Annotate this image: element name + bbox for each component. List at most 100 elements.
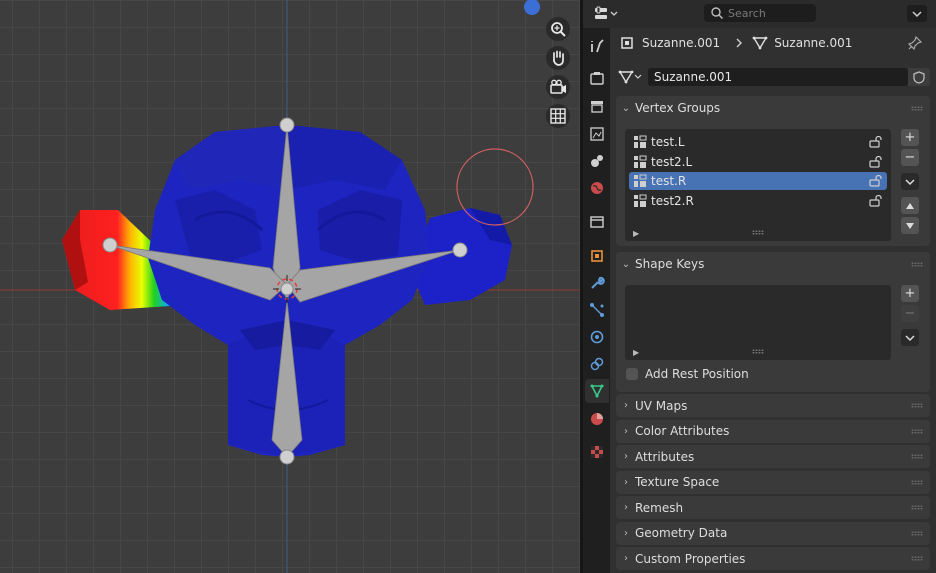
panel-title: UV Maps <box>635 398 688 413</box>
vertex-group-row[interactable]: test.R <box>629 172 887 190</box>
3d-viewport[interactable] <box>0 0 580 573</box>
chevron-down-icon: ⌄ <box>621 102 631 114</box>
grid-icon[interactable] <box>546 104 570 128</box>
drag-handle-icon[interactable] <box>911 530 923 536</box>
chevron-right-icon: › <box>624 425 628 437</box>
pin-icon[interactable] <box>907 35 923 53</box>
shape-key-specials-button[interactable] <box>901 329 919 346</box>
tab-render[interactable] <box>585 66 609 90</box>
vertex-group-label: test.R <box>651 174 687 188</box>
object-icon <box>621 37 633 49</box>
shape-key-list[interactable]: ▶ <box>625 285 891 360</box>
camera-icon[interactable] <box>546 75 570 99</box>
chevron-right-icon: › <box>624 527 628 539</box>
brush-radius-circle <box>456 148 534 226</box>
tab-texture[interactable] <box>585 440 609 464</box>
chevron-down-icon <box>905 178 915 185</box>
tab-modifiers[interactable] <box>585 271 609 295</box>
tab-collection[interactable] <box>585 210 609 234</box>
shape-keys-panel: ⌄ Shape Keys ▶ + − Add Rest Position <box>616 252 930 392</box>
lock-open-icon[interactable] <box>869 136 883 148</box>
chevron-right-icon: › <box>624 553 628 564</box>
drag-handle-icon[interactable] <box>911 403 923 408</box>
chevron-down-icon <box>912 10 922 17</box>
add-vertex-group-button[interactable]: + <box>901 129 919 146</box>
tab-physics[interactable] <box>585 325 609 349</box>
move-down-button[interactable] <box>901 217 919 234</box>
tab-tool[interactable] <box>585 34 609 58</box>
fake-user-button[interactable] <box>908 68 930 86</box>
scene-icon <box>591 155 603 167</box>
properties-header: Search <box>583 0 936 28</box>
tab-material[interactable] <box>585 407 609 431</box>
lock-open-icon[interactable] <box>869 175 883 187</box>
vertex-group-specials-button[interactable] <box>901 173 919 190</box>
vertex-group-list[interactable]: test.L test2.L test.R test2.R ▶ <box>625 129 891 241</box>
hand-pan-icon[interactable] <box>546 46 570 70</box>
add-rest-position-checkbox[interactable] <box>626 368 638 380</box>
move-up-button[interactable] <box>901 197 919 214</box>
collection-icon <box>590 216 604 228</box>
mesh-name-field[interactable]: Suzanne.001 <box>648 68 908 86</box>
custom-properties-panel-header[interactable]: › Custom Properties <box>616 547 930 570</box>
drag-handle-icon[interactable] <box>911 505 923 510</box>
texture-icon <box>591 446 603 458</box>
drag-handle-icon[interactable] <box>911 262 923 267</box>
search-input[interactable]: Search <box>704 4 816 22</box>
tab-output[interactable] <box>585 94 609 118</box>
panel-title: Texture Space <box>635 475 720 489</box>
remove-vertex-group-button[interactable]: − <box>901 149 919 166</box>
drag-handle-icon[interactable] <box>911 106 923 111</box>
zoom-icon[interactable] <box>546 17 570 41</box>
browse-mesh-button[interactable] <box>618 68 646 86</box>
tab-view-layer[interactable] <box>585 122 609 146</box>
add-shape-key-button[interactable]: + <box>901 285 919 302</box>
search-placeholder: Search <box>728 6 766 20</box>
panel-title: Shape Keys <box>635 257 705 271</box>
tab-mesh-data[interactable] <box>585 379 609 403</box>
vertex-group-row[interactable]: test.L <box>629 133 887 151</box>
render-icon <box>590 72 604 85</box>
triangle-up-icon <box>906 202 914 209</box>
tab-scene[interactable] <box>585 149 609 173</box>
mesh-data-icon <box>752 36 768 50</box>
drag-handle-icon[interactable] <box>911 479 923 485</box>
properties-editor-icon <box>595 6 618 19</box>
world-icon <box>591 182 603 194</box>
tab-object[interactable] <box>585 244 609 268</box>
shape-keys-header[interactable]: ⌄ Shape Keys <box>616 252 930 276</box>
uv-maps-panel-header[interactable]: › UV Maps <box>616 394 930 417</box>
tab-world[interactable] <box>585 176 609 200</box>
list-resize-grip[interactable] <box>752 349 764 354</box>
drag-handle-icon[interactable] <box>911 556 923 561</box>
color-attributes-panel-header[interactable]: › Color Attributes <box>616 419 930 443</box>
remove-shape-key-button[interactable]: − <box>901 305 919 322</box>
triangle-right-icon[interactable]: ▶ <box>633 229 639 238</box>
vertex-group-row[interactable]: test2.L <box>629 153 887 171</box>
view-layer-icon <box>590 127 604 141</box>
remesh-panel-header[interactable]: › Remesh <box>616 496 930 519</box>
attributes-panel-header[interactable]: › Attributes <box>616 445 930 468</box>
vertex-groups-header[interactable]: ⌄ Vertex Groups <box>616 96 930 120</box>
tab-particles[interactable] <box>585 298 609 322</box>
drag-handle-icon[interactable] <box>911 428 923 434</box>
chevron-down-icon <box>905 334 915 341</box>
vertex-group-row[interactable]: test2.R <box>629 192 887 210</box>
constraints-icon <box>590 357 604 371</box>
chevron-right-icon: › <box>624 476 628 488</box>
texture-space-panel-header[interactable]: › Texture Space <box>616 470 930 494</box>
options-dropdown-button[interactable] <box>907 5 927 22</box>
editor-type-button[interactable] <box>593 5 621 23</box>
panel-title: Remesh <box>635 500 684 515</box>
lock-open-icon[interactable] <box>869 194 883 207</box>
tab-constraints[interactable] <box>585 352 609 376</box>
breadcrumb: Suzanne.001 Suzanne.001 <box>620 34 852 52</box>
drag-handle-icon[interactable] <box>911 454 923 459</box>
geometry-data-panel-header[interactable]: › Geometry Data <box>616 521 930 545</box>
panel-title: Custom Properties <box>635 551 746 566</box>
list-resize-grip[interactable] <box>752 230 764 235</box>
material-icon <box>591 413 603 425</box>
triangle-right-icon[interactable]: ▶ <box>633 348 639 357</box>
mesh-data-icon <box>618 70 642 84</box>
lock-open-icon[interactable] <box>869 155 883 168</box>
